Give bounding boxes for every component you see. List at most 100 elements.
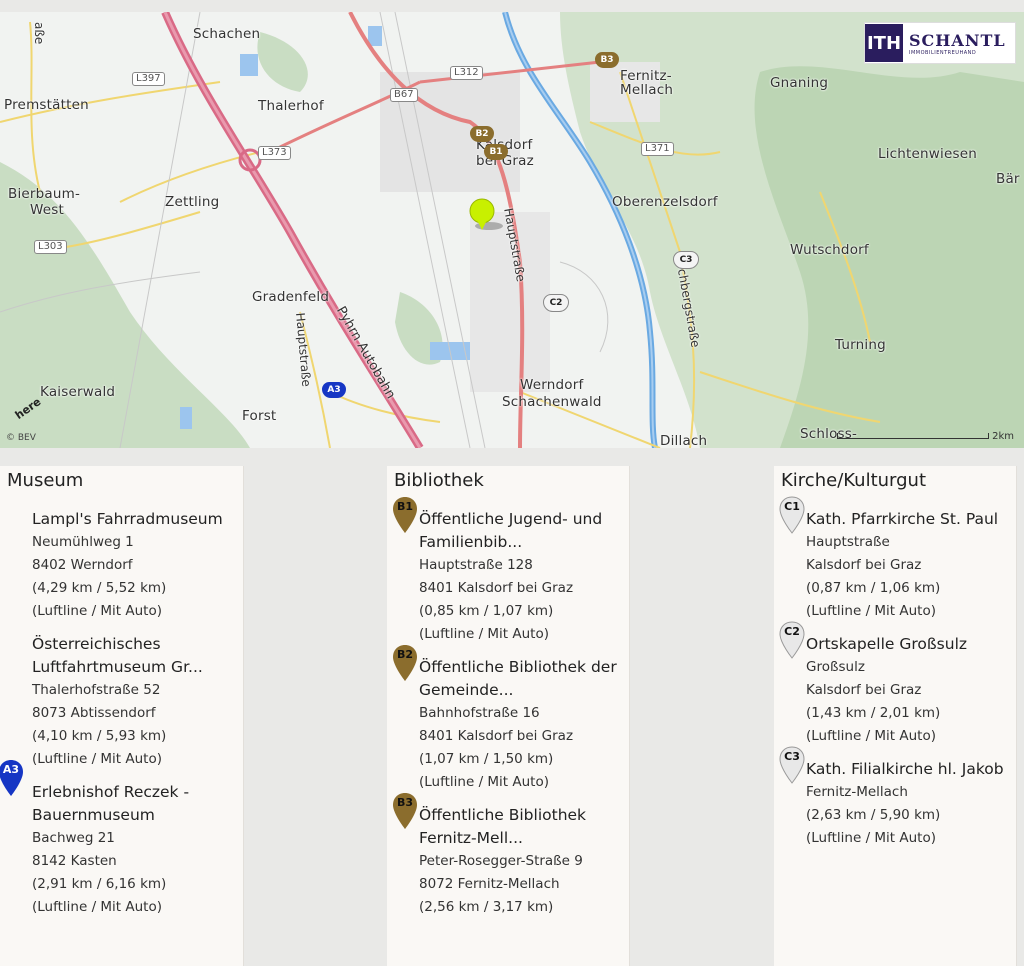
poi-name: Kath. Pfarrkirche St. Paul [806,510,999,528]
map-marker-icon: C1 [779,496,805,534]
poi-address: Hauptstraße 128 [419,557,533,573]
poi-name-cont: Luftfahrtmuseum Gr... [32,658,203,676]
map-marker-c2[interactable]: C2 [543,294,569,324]
poi-distance: (4,10 km / 5,93 km) [32,728,167,744]
poi-entry[interactable]: C3 Kath. Filialkirche hl. Jakob Fernitz-… [774,746,1016,850]
poi-city: 8401 Kalsdorf bei Graz [419,728,574,744]
map-scale: 2km [836,431,1014,442]
panel-title: Bibliothek [394,470,484,491]
poi-distance: (0,87 km / 1,06 km) [806,580,941,596]
poi-name: Lampl's Fahrradmuseum [32,510,223,528]
poi-city: 8142 Kasten [32,853,117,869]
poi-name: Erlebnishof Reczek - [32,783,190,801]
map-marker-b3[interactable]: B3 [595,52,621,82]
poi-name: Ortskapelle Großsulz [806,635,968,653]
place-label: Kaiserwald [40,384,116,400]
place-label: Werndorf [520,377,584,393]
logo-subtitle: IMMOBILIENTREUHAND [909,49,977,56]
place-label: Forst [242,408,277,424]
place-label: Oberenzelsdorf [612,194,718,210]
logo-name: SCHANTL [909,30,1006,50]
company-logo: ITH SCHANTL IMMOBILIENTREUHAND [864,22,1016,64]
poi-city: Kalsdorf bei Graz [806,557,922,573]
poi-address: Bachweg 21 [32,830,115,846]
road-label: B67 [390,88,418,102]
poi-address: Fernitz-Mellach [806,784,908,800]
street-label: aße [32,22,46,45]
place-label: Bierbaum- [8,186,81,202]
map-marker-a3[interactable]: A3 [322,382,348,412]
map-marker-icon: B1 [392,496,418,533]
poi-distance: (1,43 km / 2,01 km) [806,705,941,721]
poi-distance: (1,07 km / 1,50 km) [419,751,554,767]
map-marker-icon: C2 [779,621,805,659]
library-panel: Bibliothek B1 Öffentliche Jugend- und Fa… [387,466,630,966]
place-label: Bär [996,171,1020,187]
poi-address: Thalerhofstraße 52 [32,682,161,698]
place-label: Gradenfeld [252,289,330,305]
poi-distance-note: (Luftline / Mit Auto) [32,603,163,619]
poi-name-cont: Gemeinde... [419,681,514,699]
place-label: Schachen [193,26,261,42]
road-label: L303 [34,240,67,254]
map-attribution: © BEV [6,433,36,443]
poi-distance-note: (Luftline / Mit Auto) [419,626,550,642]
poi-entry[interactable]: B2 Öffentliche Bibliothek der Gemeinde..… [387,645,629,794]
poi-entry[interactable]: Österreichisches Luftfahrtmuseum Gr... T… [0,633,243,771]
place-label: Lichtenwiesen [878,146,977,162]
poi-distance-note: (Luftline / Mit Auto) [419,774,550,790]
poi-distance: (2,91 km / 6,16 km) [32,876,167,892]
poi-entry[interactable]: C2 Ortskapelle Großsulz Großsulz Kalsdor… [774,621,1016,748]
poi-distance-note: (Luftline / Mit Auto) [32,751,163,767]
poi-city: 8073 Abtissendorf [32,705,156,721]
map-marker-icon: B2 [392,644,418,681]
poi-entry[interactable]: C1 Kath. Pfarrkirche St. Paul Hauptstraß… [774,496,1016,623]
map-marker-icon: A3 [0,759,24,796]
place-label: Gnaning [770,75,829,91]
place-label: Schachenwald [502,394,602,410]
poi-distance-note: (Luftline / Mit Auto) [806,728,937,744]
poi-name: Kath. Filialkirche hl. Jakob [806,760,1004,778]
poi-name-cont: Bauernmuseum [32,806,155,824]
church-panel: Kirche/Kulturgut C1 Kath. Pfarrkirche St… [774,466,1017,966]
poi-entry[interactable]: A3 Erlebnishof Reczek - Bauernmuseum Bac… [0,760,243,919]
poi-entry[interactable]: B3 Öffentliche Bibliothek Fernitz-Mell..… [387,793,629,919]
poi-address: Peter-Rosegger-Straße 9 [419,853,583,869]
map-marker-icon: B3 [392,792,418,829]
place-label: Wutschdorf [790,242,869,258]
poi-distance: (4,29 km / 5,52 km) [32,580,167,596]
map-marker-icon: C3 [779,746,805,784]
road-label: L312 [450,66,483,80]
poi-name: Öffentliche Bibliothek [419,806,587,824]
poi-name: Öffentliche Jugend- und [419,510,603,528]
poi-distance: (2,56 km / 3,17 km) [419,899,554,915]
map-marker-c3[interactable]: C3 [673,251,699,281]
museum-panel: Museum Lampl's Fahrradmuseum Neumühlweg … [0,466,244,966]
poi-name-cont: Fernitz-Mell... [419,829,523,847]
road-label: L373 [258,146,291,160]
poi-distance: (2,63 km / 5,90 km) [806,807,941,823]
poi-address: Hauptstraße [806,534,890,550]
poi-address: Großsulz [806,659,865,675]
map-marker-b1[interactable]: B1 [484,144,510,174]
place-label: Turning [835,337,886,353]
poi-name-cont: Familienbib... [419,533,523,551]
poi-address: Bahnhofstraße 16 [419,705,540,721]
place-label: Thalerhof [258,98,324,114]
map-view[interactable]: Schachen Premstätten Thalerhof Fernitz- … [0,12,1024,448]
place-label: Dillach [660,433,708,448]
poi-name: Österreichisches [32,635,161,653]
panel-title: Kirche/Kulturgut [781,470,927,491]
logo-mark: ITH [865,24,903,62]
poi-city: 8072 Fernitz-Mellach [419,876,560,892]
road-label: L397 [132,72,165,86]
panel-title: Museum [7,470,84,491]
poi-distance-note: (Luftline / Mit Auto) [806,603,937,619]
poi-entry[interactable]: Lampl's Fahrradmuseum Neumühlweg 1 8402 … [0,508,243,623]
poi-distance: (0,85 km / 1,07 km) [419,603,554,619]
poi-city: Kalsdorf bei Graz [806,682,922,698]
place-label: Mellach [620,82,674,98]
place-label: West [30,202,64,218]
poi-city: 8401 Kalsdorf bei Graz [419,580,574,596]
poi-entry[interactable]: B1 Öffentliche Jugend- und Familienbib..… [387,497,629,646]
